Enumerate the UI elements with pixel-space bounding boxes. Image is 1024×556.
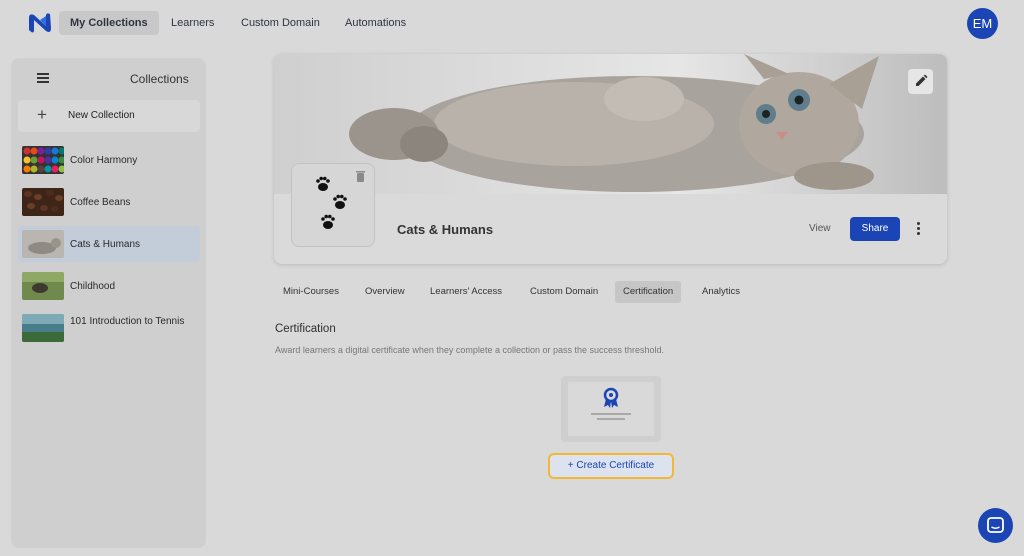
nav-learners[interactable]: Learners — [160, 11, 225, 35]
view-link[interactable]: View — [809, 223, 831, 234]
sidebar-item-label: Coffee Beans — [70, 197, 131, 208]
paw-prints-icon — [316, 171, 365, 229]
edit-cover-button[interactable] — [908, 69, 933, 94]
sidebar-item-label: 101 Introduction to Tennis — [70, 316, 185, 327]
color-harmony-thumbnail — [22, 146, 64, 174]
collections-sidebar: Collections + New Collection Color Harmo… — [11, 58, 206, 548]
top-navigation: My Collections Learners Custom Domain Au… — [0, 0, 1024, 46]
coffee-beans-thumbnail — [22, 188, 64, 216]
hamburger-menu-icon[interactable] — [37, 73, 49, 83]
tab-overview[interactable]: Overview — [357, 281, 413, 303]
certificate-illustration — [561, 376, 661, 442]
nav-custom-domain[interactable]: Custom Domain — [230, 11, 331, 35]
tab-analytics[interactable]: Analytics — [694, 281, 748, 303]
plus-icon: + — [37, 105, 47, 124]
new-collection-button[interactable]: + New Collection — [18, 100, 200, 132]
user-avatar[interactable]: EM — [967, 8, 998, 39]
new-collection-label: New Collection — [68, 110, 135, 121]
nav-automations[interactable]: Automations — [334, 11, 417, 35]
trash-icon — [356, 171, 365, 182]
sidebar-item-color-harmony[interactable]: Color Harmony — [18, 142, 200, 178]
certification-description: Award learners a digital certificate whe… — [275, 345, 665, 355]
sidebar-item-label: Cats & Humans — [70, 239, 141, 250]
sidebar-item-label: Color Harmony — [70, 155, 138, 166]
sidebar-item-label: Childhood — [70, 281, 116, 292]
tab-certification[interactable]: Certification — [615, 281, 682, 303]
more-options-icon[interactable] — [913, 222, 923, 236]
sidebar-item-tennis[interactable]: 101 Introduction to Tennis — [18, 310, 200, 346]
collection-icon[interactable] — [291, 163, 375, 247]
cats-humans-thumbnail — [22, 230, 64, 258]
collection-title: Cats & Humans — [397, 222, 494, 237]
sidebar-item-childhood[interactable]: Childhood — [18, 268, 200, 304]
sidebar-item-cats-humans[interactable]: Cats & Humans — [18, 226, 200, 262]
sidebar-title: Collections — [130, 72, 189, 86]
childhood-thumbnail — [22, 272, 64, 300]
app-logo-icon[interactable] — [26, 10, 54, 36]
tab-mini-courses[interactable]: Mini-Courses — [275, 281, 347, 303]
share-button[interactable]: Share — [850, 217, 900, 241]
create-certificate-button[interactable]: + Create Certificate — [548, 453, 674, 479]
tennis-thumbnail — [22, 314, 64, 342]
chat-support-button[interactable] — [978, 508, 1013, 543]
nav-my-collections[interactable]: My Collections — [59, 11, 159, 35]
pencil-icon — [916, 74, 928, 86]
chat-icon — [987, 517, 1004, 533]
tab-learners-access[interactable]: Learners' Access — [422, 281, 510, 303]
sidebar-item-coffee-beans[interactable]: Coffee Beans — [18, 184, 200, 220]
certification-heading: Certification — [275, 323, 336, 335]
certificate-badge-icon — [591, 387, 631, 420]
tab-custom-domain[interactable]: Custom Domain — [522, 281, 606, 303]
